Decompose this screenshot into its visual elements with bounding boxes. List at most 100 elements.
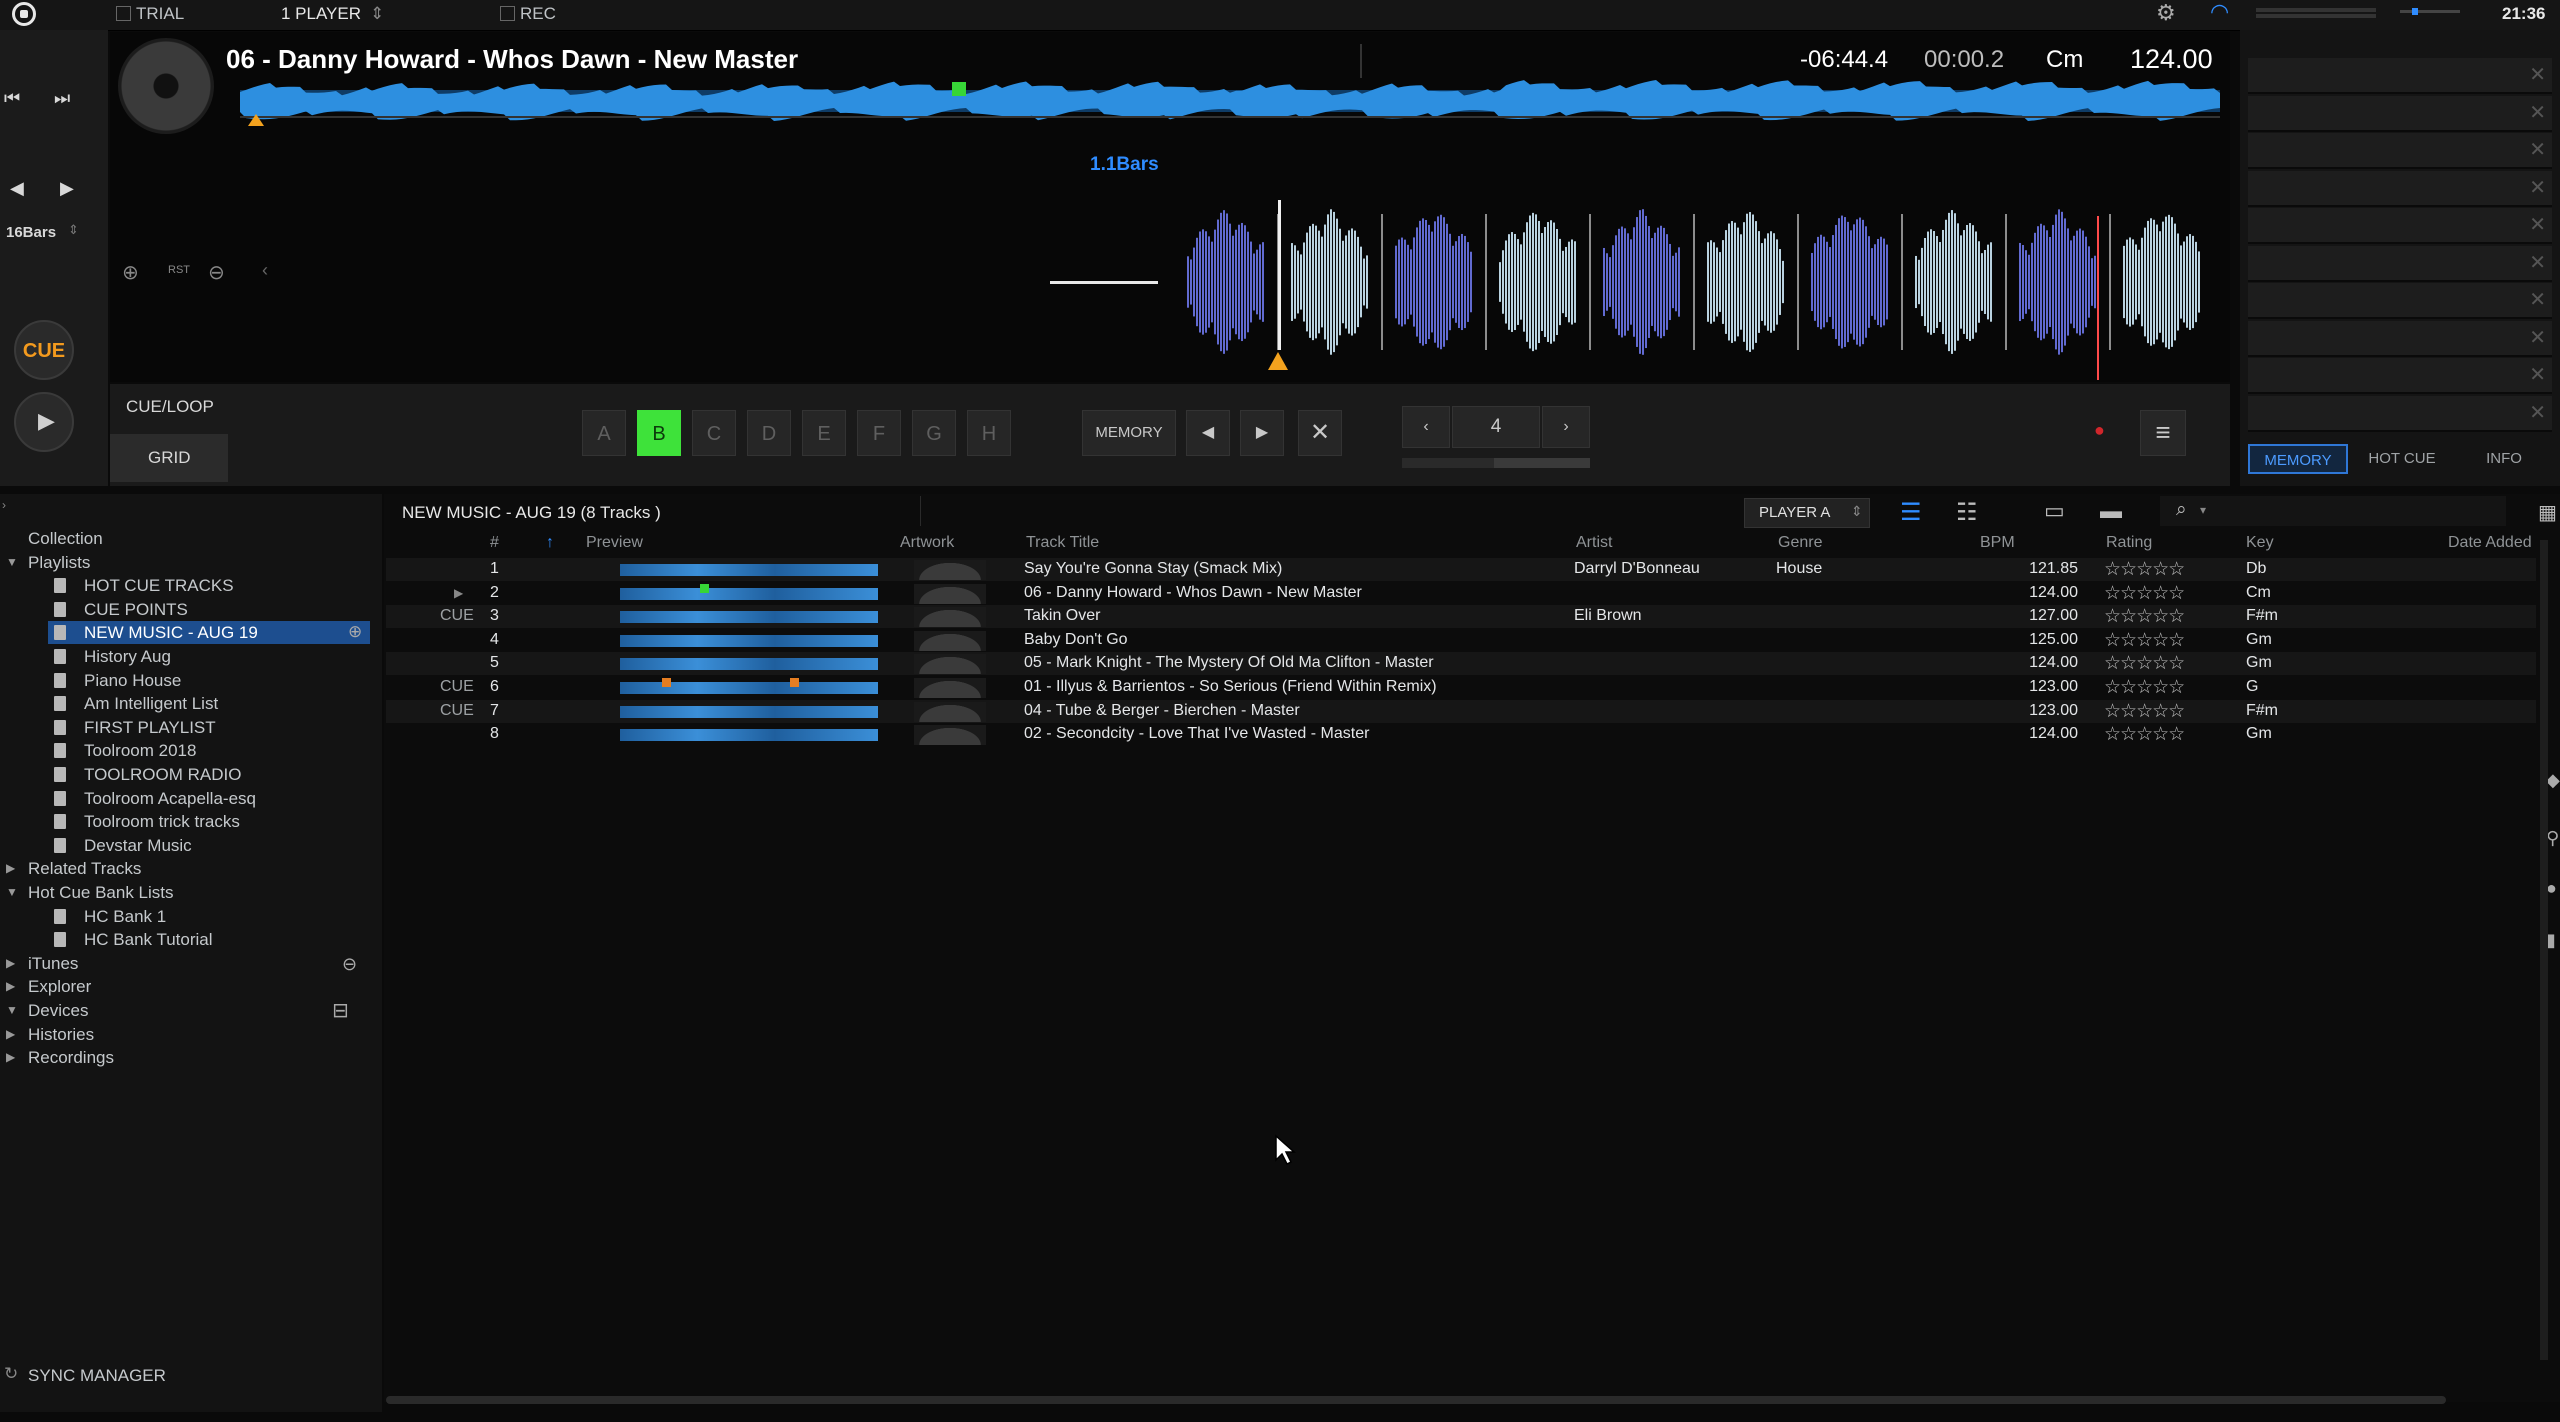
table-row[interactable]: 8 02 - Secondcity - Love That I've Wasted… <box>386 723 2536 746</box>
tree-expand-icon[interactable]: › <box>2 498 6 512</box>
memory-slot[interactable]: ✕ <box>2248 395 2552 432</box>
memory-slot[interactable]: ✕ <box>2248 283 2552 319</box>
rekordbox-logo-icon[interactable] <box>12 2 36 26</box>
memory-slot[interactable]: ✕ <box>2248 245 2552 282</box>
itunes-refresh-icon[interactable]: ⊖ <box>342 954 357 975</box>
col-title[interactable]: Track Title <box>1026 534 1099 552</box>
trial-checkbox[interactable] <box>116 6 131 21</box>
tree-item[interactable]: Toolroom trick tracks <box>48 810 370 833</box>
vertical-scrollbar[interactable] <box>2540 540 2548 1360</box>
hot-cue-pad-a[interactable]: A <box>582 410 626 456</box>
tab-grid[interactable]: GRID <box>110 434 228 482</box>
cue-volume-bar[interactable] <box>2256 14 2376 18</box>
table-row[interactable]: 4 Baby Don't Go 125.00 ☆☆☆☆☆ Gm <box>386 629 2536 652</box>
overview-waveform[interactable] <box>240 78 2226 126</box>
delete-slot-icon[interactable]: ✕ <box>2529 100 2546 125</box>
track-forward-icon[interactable]: ⏭ <box>54 88 70 109</box>
right-tab-memory[interactable]: MEMORY <box>2248 444 2348 474</box>
delete-slot-icon[interactable]: ✕ <box>2529 250 2546 275</box>
rating-stars[interactable]: ☆☆☆☆☆ <box>2104 652 2185 675</box>
delete-slot-icon[interactable]: ✕ <box>2529 400 2546 425</box>
rating-stars[interactable]: ☆☆☆☆☆ <box>2104 676 2185 699</box>
rating-stars[interactable]: ☆☆☆☆☆ <box>2104 582 2185 605</box>
zoomed-waveform[interactable] <box>1050 180 2230 380</box>
memory-slot[interactable]: ✕ <box>2248 320 2552 357</box>
delete-slot-icon[interactable]: ✕ <box>2529 62 2546 87</box>
zoom-in-icon[interactable]: ⊕ <box>122 260 139 285</box>
rating-stars[interactable]: ☆☆☆☆☆ <box>2104 629 2185 652</box>
tree-item[interactable]: Am Intelligent List <box>48 692 370 715</box>
delete-slot-icon[interactable]: ✕ <box>2529 212 2546 237</box>
col-rating[interactable]: Rating <box>2106 534 2152 552</box>
player-select[interactable]: PLAYER A ⇕ <box>1744 498 1870 528</box>
tree-item[interactable]: Toolroom 2018 <box>48 739 370 762</box>
expand-arrow-icon[interactable]: ▶ <box>6 1046 15 1069</box>
beat-jump-size[interactable]: 16Bars <box>6 224 56 241</box>
collapse-arrow-icon[interactable]: ▼ <box>6 881 18 904</box>
collapse-icon[interactable]: ‹ <box>262 260 268 281</box>
master-volume-bar[interactable] <box>2256 8 2376 12</box>
delete-slot-icon[interactable]: ✕ <box>2529 362 2546 387</box>
crossfader-knob[interactable] <box>2412 8 2418 15</box>
memory-slot[interactable]: ✕ <box>2248 133 2552 169</box>
hot-cue-pad-c[interactable]: C <box>692 410 736 456</box>
table-row[interactable]: CUE 7 04 - Tube & Berger - Bierchen - Mast… <box>386 699 2536 723</box>
tree-item[interactable]: HOT CUE TRACKS <box>48 574 370 597</box>
memory-slot[interactable]: ✕ <box>2248 95 2552 132</box>
sort-asc-icon[interactable]: ↑ <box>546 534 554 552</box>
memory-next-icon[interactable]: ▶ <box>1240 410 1284 456</box>
hot-cue-pad-e[interactable]: E <box>802 410 846 456</box>
add-playlist-icon[interactable]: ⊕ <box>348 622 362 642</box>
tree-item[interactable]: CUE POINTS <box>48 598 370 621</box>
track-preview-waveform[interactable] <box>620 564 878 576</box>
gear-icon[interactable]: ⚙ <box>2156 0 2176 26</box>
list-view-detailed-icon[interactable]: ☰ <box>1900 498 1922 527</box>
device-connect-icon[interactable]: ⊟ <box>332 998 349 1023</box>
tree-item[interactable]: ▶ iTunes <box>0 952 370 975</box>
tree-item[interactable]: ▼ Devices <box>0 999 370 1022</box>
tree-item[interactable]: Piano House <box>48 669 370 692</box>
headphones-icon[interactable]: ◠ <box>2210 0 2229 25</box>
loop-double-icon[interactable]: › <box>1542 406 1590 448</box>
memory-slot[interactable]: ✕ <box>2248 208 2552 244</box>
memory-button[interactable]: MEMORY <box>1082 410 1176 456</box>
sync-manager-button[interactable]: SYNC MANAGER <box>28 1366 166 1386</box>
col-artist[interactable]: Artist <box>1576 534 1612 552</box>
col-preview[interactable]: Preview <box>586 534 643 552</box>
track-preview-waveform[interactable] <box>620 587 878 600</box>
tree-item[interactable]: Collection <box>0 527 370 550</box>
tree-item[interactable]: HC Bank Tutorial <box>48 928 370 951</box>
table-row[interactable]: 1 Say You're Gonna Stay (Smack Mix) Darryl… <box>386 558 2536 581</box>
tree-item[interactable]: History Aug <box>48 645 370 668</box>
tree-item[interactable]: FIRST PLAYLIST <box>48 716 370 739</box>
rating-stars[interactable]: ☆☆☆☆☆ <box>2104 558 2185 581</box>
column-settings-icon[interactable]: ▦ <box>2538 500 2557 525</box>
delete-slot-icon[interactable]: ✕ <box>2529 325 2546 350</box>
beat-jump-forward-icon[interactable]: ▶ <box>60 178 74 199</box>
zoom-out-icon[interactable]: ⊖ <box>208 260 225 285</box>
tree-item[interactable]: TOOLROOM RADIO <box>48 763 370 786</box>
track-preview-waveform[interactable] <box>620 634 878 647</box>
right-tab-hot-cue[interactable]: HOT CUE <box>2352 444 2452 474</box>
sync-icon[interactable]: ↻ <box>4 1364 18 1384</box>
memory-slot[interactable]: ✕ <box>2248 170 2552 207</box>
tree-item[interactable]: Toolroom Acapella-esq <box>48 787 370 810</box>
tab-cue-loop[interactable]: CUE/LOOP <box>110 384 228 430</box>
memory-delete-icon[interactable]: ✕ <box>1298 410 1342 456</box>
horizontal-scrollbar[interactable] <box>386 1396 2446 1404</box>
memory-slot[interactable]: ✕ <box>2248 58 2552 94</box>
hot-cue-pad-d[interactable]: D <box>747 410 791 456</box>
loop-slider[interactable] <box>1402 458 1590 468</box>
cue-button[interactable]: CUE <box>14 320 74 380</box>
sidebar-tag-icon[interactable]: ◆ <box>2546 770 2560 791</box>
collapse-arrow-icon[interactable]: ▼ <box>6 999 18 1022</box>
split-view-icon[interactable]: ▬ <box>2100 498 2122 524</box>
delete-slot-icon[interactable]: ✕ <box>2529 175 2546 200</box>
table-row[interactable]: CUE 3 Takin Over Eli Brown 127.00 ☆☆☆☆☆ F#m <box>386 605 2536 629</box>
expand-arrow-icon[interactable]: ▶ <box>6 1023 15 1046</box>
track-preview-waveform[interactable] <box>620 658 878 671</box>
collapse-arrow-icon[interactable]: ▼ <box>6 551 18 574</box>
zoom-reset-button[interactable]: RST <box>168 264 190 276</box>
beat-jump-back-icon[interactable]: ◀ <box>10 178 24 199</box>
tree-item[interactable]: ▶ Histories <box>0 1023 370 1046</box>
